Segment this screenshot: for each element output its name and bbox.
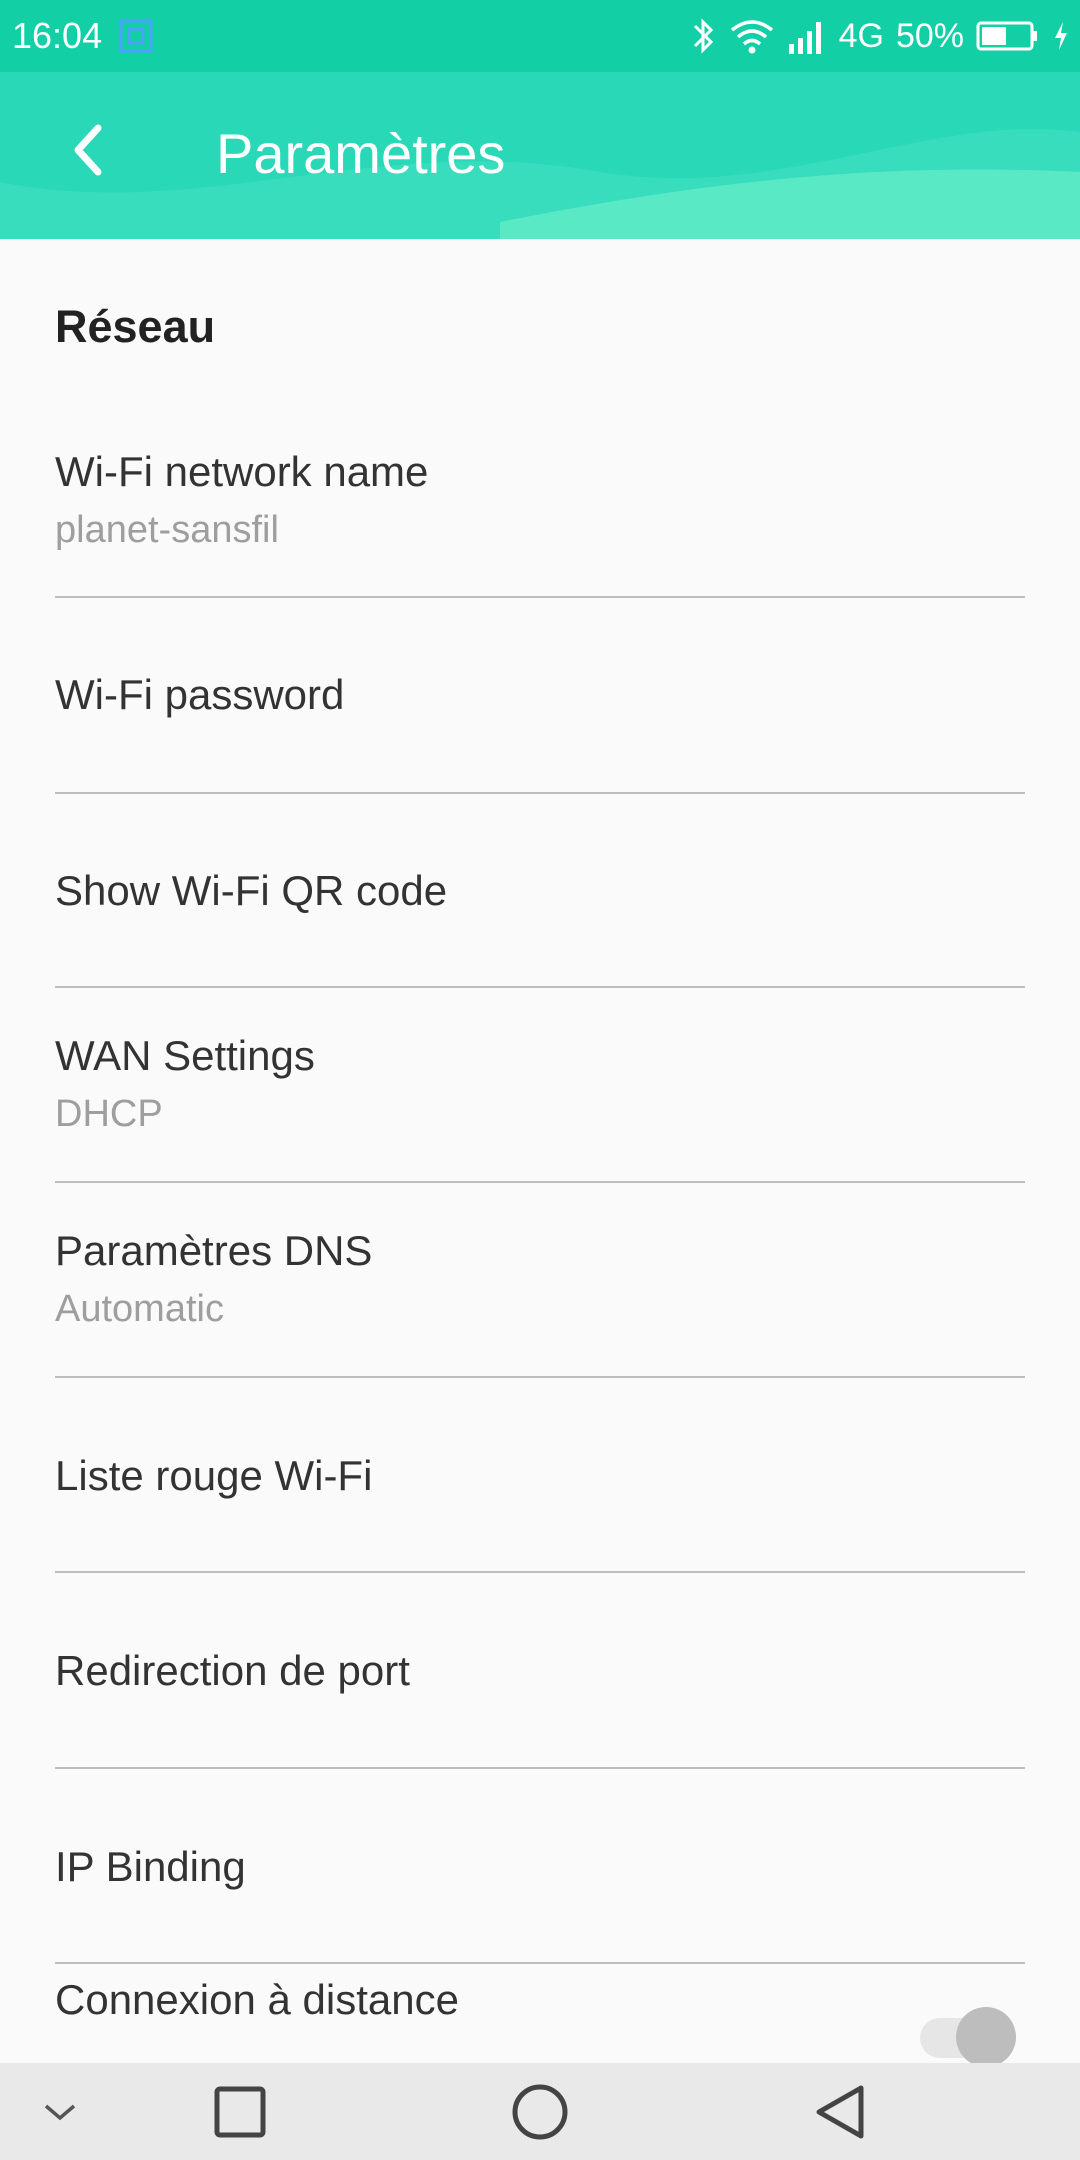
section-title-network: Réseau xyxy=(55,301,216,352)
item-title: Wi-Fi network name xyxy=(55,448,429,495)
header-waves xyxy=(0,129,1080,239)
wan-settings-item[interactable]: WAN Settings DHCP xyxy=(55,988,1025,1183)
charging-icon xyxy=(1052,20,1070,52)
item-title: Liste rouge Wi-Fi xyxy=(55,1452,373,1499)
nav-recents-button[interactable] xyxy=(200,2063,280,2160)
item-subtitle: planet-sansfil xyxy=(55,509,279,551)
status-bar: 16:04 4G 50% xyxy=(0,0,1080,72)
item-title: Wi-Fi password xyxy=(55,671,345,718)
wifi-icon xyxy=(729,16,775,56)
back-button[interactable] xyxy=(56,118,120,182)
item-title: WAN Settings xyxy=(55,1032,315,1079)
battery-icon xyxy=(976,20,1040,52)
dns-settings-item[interactable]: Paramètres DNS Automatic xyxy=(55,1183,1025,1378)
wifi-blacklist-item[interactable]: Liste rouge Wi-Fi xyxy=(55,1378,1025,1573)
bluetooth-icon xyxy=(691,16,717,56)
show-wifi-qr-item[interactable]: Show Wi-Fi QR code xyxy=(55,794,1025,988)
circle-home-icon xyxy=(511,2083,569,2141)
item-subtitle: Automatic xyxy=(55,1288,224,1330)
chevron-left-icon xyxy=(68,122,108,178)
square-recents-icon xyxy=(214,2086,266,2138)
page-title: Paramètres xyxy=(216,122,506,185)
app-header: Paramètres xyxy=(0,72,1080,239)
network-type: 4G xyxy=(838,17,884,55)
item-title: IP Binding xyxy=(55,1843,246,1890)
item-title: Paramètres DNS xyxy=(55,1227,373,1274)
ip-binding-item[interactable]: IP Binding xyxy=(55,1769,1025,1964)
toggle-knob xyxy=(956,2007,1016,2067)
nav-back-button[interactable] xyxy=(800,2063,880,2160)
item-subtitle: DHCP xyxy=(55,1093,163,1135)
screenshot-icon xyxy=(118,18,154,54)
signal-icon xyxy=(787,16,827,56)
item-title: Show Wi-Fi QR code xyxy=(55,867,448,914)
triangle-back-icon xyxy=(813,2083,867,2141)
nav-collapse-button[interactable] xyxy=(30,2063,90,2160)
wifi-network-name-item[interactable]: Wi-Fi network name planet-sansfil xyxy=(55,420,1025,598)
battery-percent: 50% xyxy=(895,17,964,55)
port-forwarding-item[interactable]: Redirection de port xyxy=(55,1573,1025,1769)
item-title: Redirection de port xyxy=(55,1647,410,1694)
chevron-down-icon xyxy=(42,2100,78,2124)
nav-home-button[interactable] xyxy=(500,2063,580,2160)
remote-connection-label: Connexion à distance xyxy=(55,1976,459,2023)
status-time: 16:04 xyxy=(12,15,103,56)
wifi-password-item[interactable]: Wi-Fi password xyxy=(55,598,1025,794)
system-nav-bar xyxy=(0,2063,1080,2160)
